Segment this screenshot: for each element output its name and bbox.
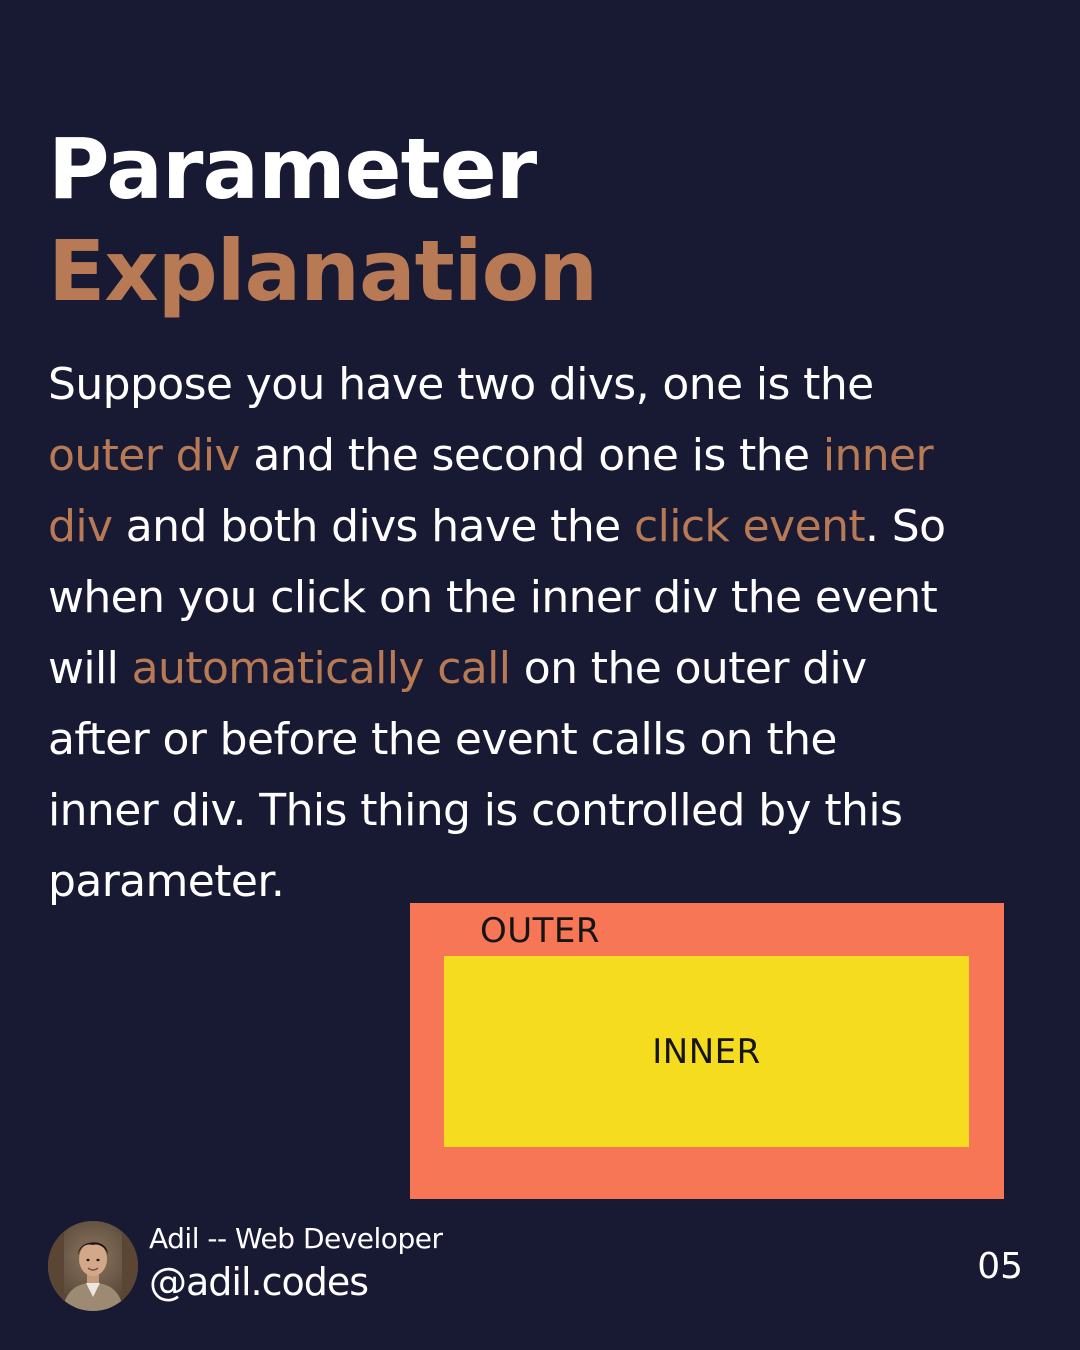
paragraph-line: after or before the event calls on the [48, 704, 1008, 775]
text-span: on the outer div [510, 643, 867, 694]
text-span: when you click on the inner div the even… [48, 572, 938, 623]
inner-div-box: INNER [444, 956, 969, 1147]
text-span: and the second one is the [240, 430, 823, 481]
text-span: after or before the event calls on the [48, 714, 837, 765]
paragraph-line: inner div. This thing is controlled by t… [48, 775, 1008, 846]
text-span: will [48, 643, 132, 694]
avatar-portrait-icon [48, 1221, 138, 1311]
highlight-div: div [48, 501, 113, 552]
title-line-parameter: Parameter [48, 120, 537, 218]
avatar [48, 1221, 138, 1311]
highlight-outer-div: outer div [48, 430, 241, 481]
inner-label: INNER [652, 1031, 761, 1072]
outer-label: OUTER [480, 911, 601, 951]
author-handle: @adil.codes [149, 1260, 369, 1304]
text-span: parameter. [48, 856, 285, 907]
paragraph-line: div and both divs have the click event. … [48, 491, 1008, 562]
outer-div-box: OUTER INNER [410, 903, 1004, 1199]
text-span: Suppose you have two divs, one is the [48, 359, 874, 410]
paragraph-line: will automatically call on the outer div [48, 633, 1008, 704]
author-name: Adil -- Web Developer [149, 1222, 443, 1255]
paragraph-line: Suppose you have two divs, one is the [48, 349, 1008, 420]
explanation-paragraph: Suppose you have two divs, one is the ou… [48, 349, 1008, 917]
paragraph-line: outer div and the second one is the inne… [48, 420, 1008, 491]
highlight-inner: inner [822, 430, 934, 481]
highlight-automatically-call: automatically call [131, 643, 511, 694]
text-span: . So [865, 501, 946, 552]
text-span: and both divs have the [112, 501, 634, 552]
page-number: 05 [977, 1246, 1023, 1287]
highlight-click-event: click event [633, 501, 866, 552]
text-span: inner div. This thing is controlled by t… [48, 785, 903, 836]
paragraph-line: when you click on the inner div the even… [48, 562, 1008, 633]
title-line-explanation: Explanation [48, 222, 598, 320]
page-title: Parameter Explanation [48, 118, 598, 322]
